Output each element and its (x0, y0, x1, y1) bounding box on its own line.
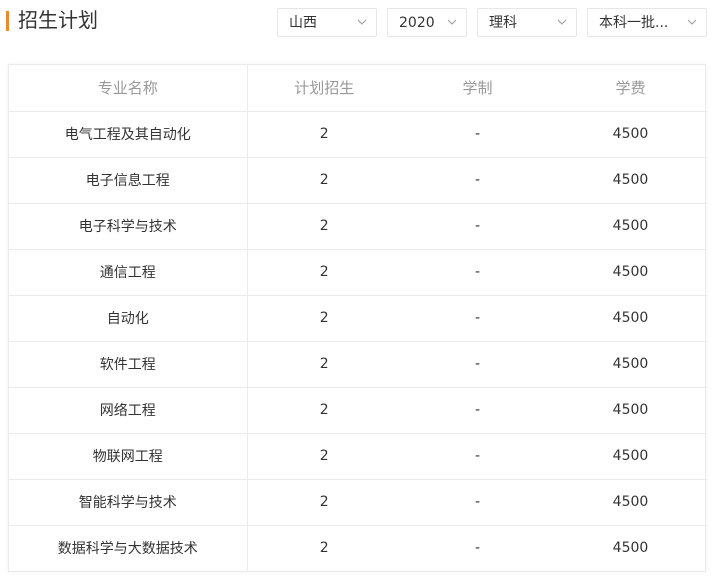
cell-plan: 2 (247, 111, 401, 158)
column-header-tuition: 学费 (554, 65, 707, 112)
chevron-down-icon (558, 19, 566, 25)
chevron-down-icon (688, 19, 696, 25)
chevron-down-icon (358, 19, 366, 25)
table-row: 数据科学与大数据技术 2 - 4500 (9, 525, 707, 571)
table-row: 自动化 2 - 4500 (9, 295, 707, 342)
cell-plan: 2 (247, 157, 401, 204)
cell-major: 电气工程及其自动化 (9, 111, 248, 158)
cell-duration: - (401, 387, 554, 434)
cell-plan: 2 (247, 341, 401, 388)
cell-tuition: 4500 (554, 249, 707, 296)
column-header-plan: 计划招生 (247, 65, 401, 112)
cell-major: 电子科学与技术 (9, 203, 248, 250)
table-row: 电气工程及其自动化 2 - 4500 (9, 111, 707, 158)
cell-tuition: 4500 (554, 157, 707, 204)
table-header-row: 专业名称 计划招生 学制 学费 (9, 65, 707, 112)
cell-tuition: 4500 (554, 387, 707, 434)
cell-duration: - (401, 111, 554, 158)
cell-tuition: 4500 (554, 295, 707, 342)
cell-major: 电子信息工程 (9, 157, 248, 204)
cell-tuition: 4500 (612, 540, 649, 557)
cell-duration: - (401, 433, 554, 480)
table-row: 物联网工程 2 - 4500 (9, 433, 707, 480)
cell-duration: - (474, 540, 481, 557)
cell-major: 智能科学与技术 (9, 479, 248, 526)
table-row: 网络工程 2 - 4500 (9, 387, 707, 434)
year-select-value: 2020 (399, 15, 435, 31)
cell-major: 网络工程 (9, 387, 248, 434)
cell-plan: 2 (247, 387, 401, 434)
cell-plan: 2 (247, 479, 401, 526)
category-select[interactable]: 理科 (477, 8, 577, 37)
province-select[interactable]: 山西 (277, 8, 377, 37)
batch-select-value: 本科一批... (599, 15, 669, 31)
cell-major: 物联网工程 (9, 433, 248, 480)
cell-major: 数据科学与大数据技术 (9, 525, 248, 571)
cell-duration: - (401, 203, 554, 250)
cell-duration: - (401, 295, 554, 342)
table-row: 电子信息工程 2 - 4500 (9, 157, 707, 204)
table-row: 电子科学与技术 2 - 4500 (9, 203, 707, 250)
page-title: 招生计划 (18, 8, 98, 32)
cell-major: 软件工程 (9, 341, 248, 388)
cell-plan: 2 (247, 295, 401, 342)
cell-tuition: 4500 (554, 203, 707, 250)
cell-major: 通信工程 (9, 249, 248, 296)
cell-duration: - (401, 157, 554, 204)
cell-tuition: 4500 (554, 433, 707, 480)
cell-duration: - (401, 341, 554, 388)
cell-plan: 2 (247, 249, 401, 296)
table-row: 软件工程 2 - 4500 (9, 341, 707, 388)
column-header-duration: 学制 (401, 65, 554, 112)
category-select-value: 理科 (489, 15, 517, 31)
cell-duration: - (401, 249, 554, 296)
cell-major: 自动化 (9, 295, 248, 342)
title-accent-bar (6, 11, 9, 31)
cell-plan: 2 (247, 203, 401, 250)
batch-select[interactable]: 本科一批... (587, 8, 707, 37)
table-row: 通信工程 2 - 4500 (9, 249, 707, 296)
province-select-value: 山西 (289, 15, 317, 31)
table-row: 智能科学与技术 2 - 4500 (9, 479, 707, 526)
cell-tuition: 4500 (554, 341, 707, 388)
column-header-major: 专业名称 (9, 65, 248, 112)
year-select[interactable]: 2020 (387, 8, 467, 37)
cell-duration: - (401, 479, 554, 526)
cell-plan: 2 (247, 433, 401, 480)
cell-tuition: 4500 (554, 111, 707, 158)
cell-tuition: 4500 (554, 479, 707, 526)
chevron-down-icon (448, 19, 456, 25)
cell-plan: 2 (319, 540, 329, 557)
enrollment-plan-table: 专业名称 计划招生 学制 学费 电气工程及其自动化 2 - 4500 电子信息工… (8, 64, 707, 572)
